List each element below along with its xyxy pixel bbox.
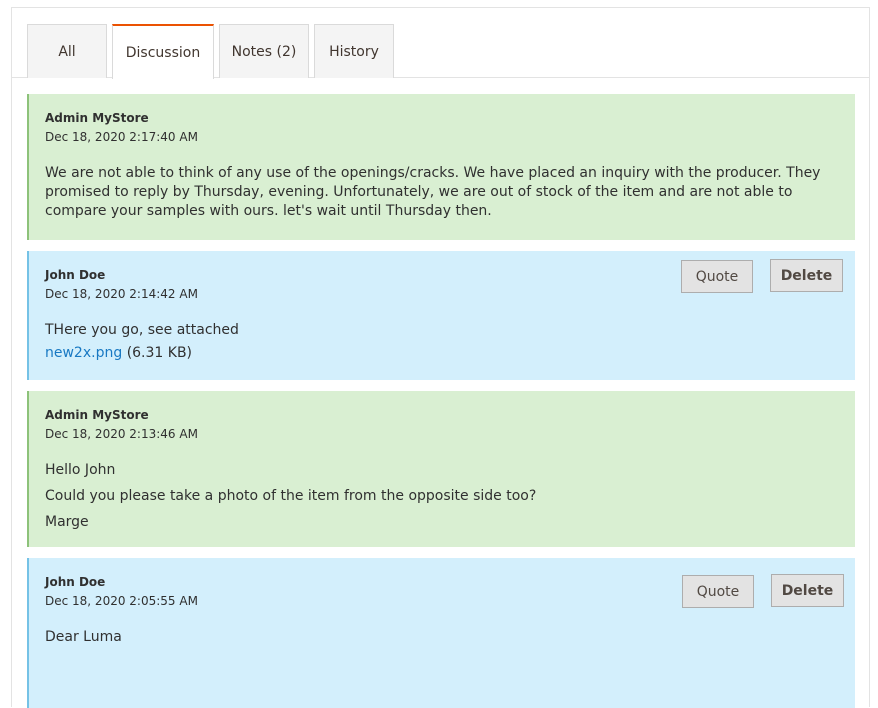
message-body: THere you go, see attached new2x.png (6.… [45,321,839,363]
tab-discussion[interactable]: Discussion [112,24,214,79]
message-text: Dear Luma [45,629,122,645]
message-text: We are not able to think of any use of t… [45,165,821,219]
message-text: Marge [45,514,89,530]
message-customer: John Doe Dec 18, 2020 2:14:42 AM THere y… [27,251,855,380]
message-admin: Admin MyStore Dec 18, 2020 2:13:46 AM He… [27,391,855,547]
message-body: Hello John Could you please take a photo… [45,461,839,532]
message-author: Admin MyStore [45,408,149,422]
tab-discussion-label: Discussion [125,44,201,61]
delete-button[interactable]: Delete [770,259,843,292]
tab-history[interactable]: History [314,24,394,78]
message-text: Could you please take a photo of the ite… [45,488,537,504]
tab-notes[interactable]: Notes (2) [219,24,309,78]
tab-history-label: History [329,43,379,60]
attachment-link[interactable]: new2x.png [45,345,122,361]
quote-button[interactable]: Quote [682,575,754,608]
message-date: Dec 18, 2020 2:17:40 AM [45,130,198,144]
message-body: We are not able to think of any use of t… [45,164,839,221]
message-author: Admin MyStore [45,111,149,125]
delete-button[interactable]: Delete [771,574,844,607]
message-text: THere you go, see attached [45,322,239,338]
message-body: Dear Luma [45,628,839,647]
tab-all-label: All [58,43,76,60]
attachment-size: (6.31 KB) [126,345,193,361]
attachment: new2x.png (6.31 KB) [45,344,839,363]
quote-button[interactable]: Quote [681,260,753,293]
tab-bar: All Discussion Notes (2) History [12,8,869,79]
message-date: Dec 18, 2020 2:13:46 AM [45,427,198,441]
message-customer: John Doe Dec 18, 2020 2:05:55 AM Dear Lu… [27,558,855,708]
tab-all[interactable]: All [27,24,107,78]
ticket-panel: All Discussion Notes (2) History Admin M… [11,7,870,708]
message-admin: Admin MyStore Dec 18, 2020 2:17:40 AM We… [27,94,855,240]
tab-notes-label: Notes (2) [231,43,297,60]
message-text: Hello John [45,462,116,478]
